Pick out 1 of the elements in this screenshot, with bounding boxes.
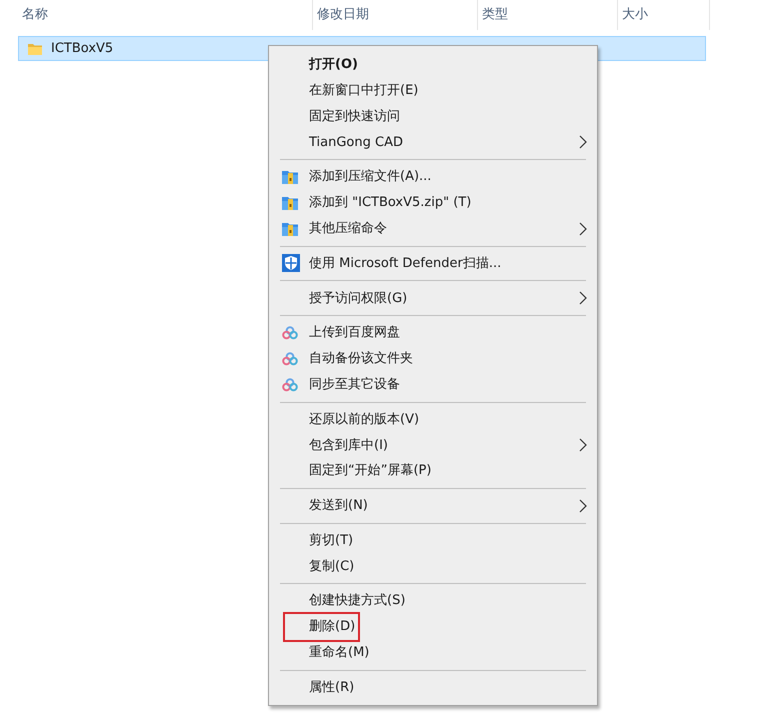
file-name: ICTBoxV5: [51, 40, 114, 58]
